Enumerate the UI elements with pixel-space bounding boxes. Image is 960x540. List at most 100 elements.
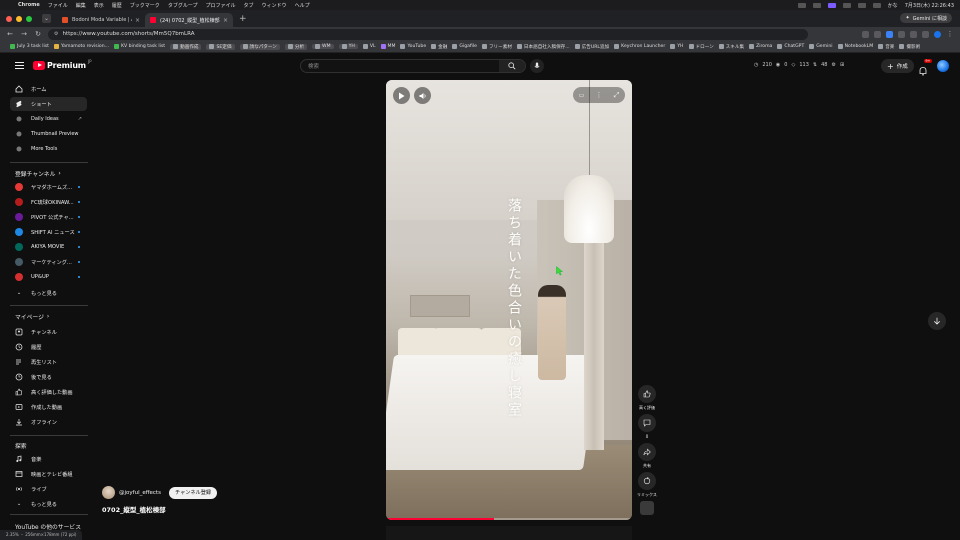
sidebar-subscription-item[interactable]: FC琉球OKINAW... xyxy=(10,195,87,209)
menu-view[interactable]: 表示 xyxy=(94,2,104,9)
status-icon[interactable] xyxy=(842,2,851,8)
remix-button[interactable] xyxy=(638,472,656,490)
bookmark-item[interactable]: WM xyxy=(312,44,334,49)
bookmark-item[interactable]: Gemini xyxy=(809,44,833,49)
settings-icon[interactable]: ⚙ xyxy=(831,62,835,68)
voice-search-button[interactable] xyxy=(530,59,544,73)
bookmark-item[interactable]: NotebookLM xyxy=(837,44,873,49)
sidebar-subscription-item[interactable]: AKIYA MOVIE xyxy=(10,240,87,254)
sidebar-item-playlist[interactable]: 再生リスト xyxy=(10,355,87,369)
sidebar-item-daily-ideas[interactable]: Daily Ideas ↗ xyxy=(10,112,87,126)
bookmark-item[interactable]: 音楽 xyxy=(878,44,894,50)
menu-edit[interactable]: 編集 xyxy=(76,2,86,9)
sidebar-item-movies[interactable]: 映画とテレビ番組 xyxy=(10,467,87,481)
sidebar-show-more-explore[interactable]: ⌄ もっと見る xyxy=(10,497,87,511)
sidebar-item-live[interactable]: ライブ xyxy=(10,482,87,496)
battery-icon[interactable] xyxy=(872,2,881,8)
sidebar-subscription-item[interactable]: ヤマダホームズ... xyxy=(10,180,87,194)
hamburger-menu-icon[interactable] xyxy=(15,62,24,71)
you-heading[interactable]: マイページ › xyxy=(15,312,49,322)
subscribe-button[interactable]: チャンネル登録 xyxy=(168,486,218,499)
forward-icon[interactable]: → xyxy=(20,30,28,38)
menu-tab[interactable]: タブ xyxy=(244,2,254,9)
tab-search-icon[interactable]: ⌄ xyxy=(42,14,51,23)
sidebar-item-your-videos[interactable]: 作成した動画 xyxy=(10,400,87,414)
bookmark-item[interactable]: スキル集 xyxy=(718,44,744,50)
minimize-window-icon[interactable] xyxy=(16,15,22,22)
status-icon[interactable] xyxy=(812,2,821,8)
short-title[interactable]: 0702_縦型_植松棟部 xyxy=(102,504,166,514)
sidebar-subscription-item[interactable]: PIVOT 公式チャ... xyxy=(10,210,87,224)
sidebar-subscription-item[interactable]: マーケティング... xyxy=(10,255,87,269)
search-input[interactable]: 検索 xyxy=(301,62,499,70)
mute-button[interactable] xyxy=(414,87,431,104)
bookmark-item[interactable]: 顔なパターン xyxy=(239,43,280,50)
sidebar-item-watch-later[interactable]: 後で見る xyxy=(10,370,87,384)
bookmark-item[interactable]: 日本語自社入稿保存... xyxy=(516,44,570,50)
bookmark-item[interactable]: YouTube xyxy=(400,44,426,49)
input-lang[interactable]: かな xyxy=(888,2,898,9)
bookmark-item[interactable]: MM xyxy=(380,44,395,49)
sidebar-item-shorts[interactable]: ショート xyxy=(10,97,87,111)
extension-icon[interactable] xyxy=(898,30,905,38)
cast-icon[interactable] xyxy=(862,30,869,38)
bookmark-item[interactable]: YH xyxy=(338,44,358,49)
sidebar-item-download[interactable]: オフライン xyxy=(10,415,87,429)
bookmark-item[interactable]: 分析 xyxy=(284,43,308,50)
captions-icon[interactable]: ▭ xyxy=(579,92,585,99)
menu-app[interactable]: Chrome xyxy=(18,2,40,8)
bookmark-star-icon[interactable] xyxy=(874,30,881,38)
menu-profile[interactable]: プロファイル xyxy=(206,2,236,9)
bookmark-item[interactable]: July 3 task list xyxy=(10,44,49,49)
menu-tabgroups[interactable]: タブグループ xyxy=(168,2,198,9)
youtube-logo[interactable]: Premium JP xyxy=(33,59,92,70)
extension-icon[interactable]: ⊞ xyxy=(840,62,844,68)
bookmark-item[interactable]: フリー素材 xyxy=(481,44,512,50)
bookmark-item[interactable]: VL xyxy=(362,44,376,49)
menu-history[interactable]: 履歴 xyxy=(112,2,122,9)
create-button[interactable]: + 作成 xyxy=(881,59,914,73)
notifications-button[interactable]: 9+ xyxy=(918,59,932,76)
bookmark-item[interactable]: 動画作成 xyxy=(170,43,202,50)
menu-file[interactable]: ファイル xyxy=(48,2,68,9)
sidebar-show-more[interactable]: ⌄ もっと見る xyxy=(10,286,87,300)
back-icon[interactable]: ← xyxy=(6,30,14,38)
like-button[interactable] xyxy=(638,385,656,403)
subscriptions-heading[interactable]: 登録チャンネル › xyxy=(15,169,61,179)
address-bar[interactable]: ⚙ https://www.youtube.com/shorts/Mm5Q7bm… xyxy=(48,28,808,40)
close-window-icon[interactable] xyxy=(6,15,12,22)
sidebar-item-home[interactable]: ホーム xyxy=(10,82,87,96)
status-icon[interactable] xyxy=(797,2,806,8)
bookmark-item[interactable]: Keychron Launcher xyxy=(614,44,665,49)
bookmark-item[interactable]: ChatGPT xyxy=(777,44,804,49)
profile-avatar-icon[interactable] xyxy=(934,30,941,38)
comments-button[interactable] xyxy=(638,414,656,432)
next-short-button[interactable] xyxy=(928,312,946,330)
sidebar-item-history[interactable]: 履歴 xyxy=(10,340,87,354)
bookmark-item[interactable]: 広告URL追加 xyxy=(574,44,609,50)
sidebar-subscription-item[interactable]: SHIFT AI ニュース xyxy=(10,225,87,239)
maximize-window-icon[interactable] xyxy=(26,15,32,22)
bookmark-item[interactable]: Ziroma xyxy=(749,44,772,49)
menu-kebab-icon[interactable]: ⋮ xyxy=(946,30,954,38)
bookmark-item[interactable]: KV binding task list xyxy=(114,44,165,49)
account-avatar[interactable] xyxy=(937,60,949,72)
menu-help[interactable]: ヘルプ xyxy=(295,2,310,9)
more-options-icon[interactable]: ⋮ xyxy=(596,91,603,99)
sidebar-item-liked[interactable]: 高く評価した動画 xyxy=(10,385,87,399)
bookmark-item[interactable]: ドローン xyxy=(688,44,714,50)
sound-thumbnail[interactable] xyxy=(640,501,654,515)
sidebar-item-more-tools[interactable]: More Tools xyxy=(10,142,87,156)
menu-window[interactable]: ウィンドウ xyxy=(262,2,287,9)
clock[interactable]: 7月3日(木) 22:26:43 xyxy=(905,2,954,9)
sidebar-item-music[interactable]: 音楽 xyxy=(10,452,87,466)
extensions-puzzle-icon[interactable] xyxy=(922,30,929,38)
sidebar-item-channel[interactable]: チャンネル xyxy=(10,325,87,339)
search-button[interactable] xyxy=(499,60,525,72)
fullscreen-icon[interactable]: ⤢ xyxy=(614,91,620,100)
play-button[interactable] xyxy=(393,87,410,104)
menu-bookmarks[interactable]: ブックマーク xyxy=(130,2,160,9)
tab-adobe[interactable]: Bodoni Moda Variable | Adob... × xyxy=(57,13,145,27)
gemini-button[interactable]: ✦ Gemini に相談 xyxy=(900,13,952,23)
new-tab-icon[interactable]: + xyxy=(239,14,247,24)
